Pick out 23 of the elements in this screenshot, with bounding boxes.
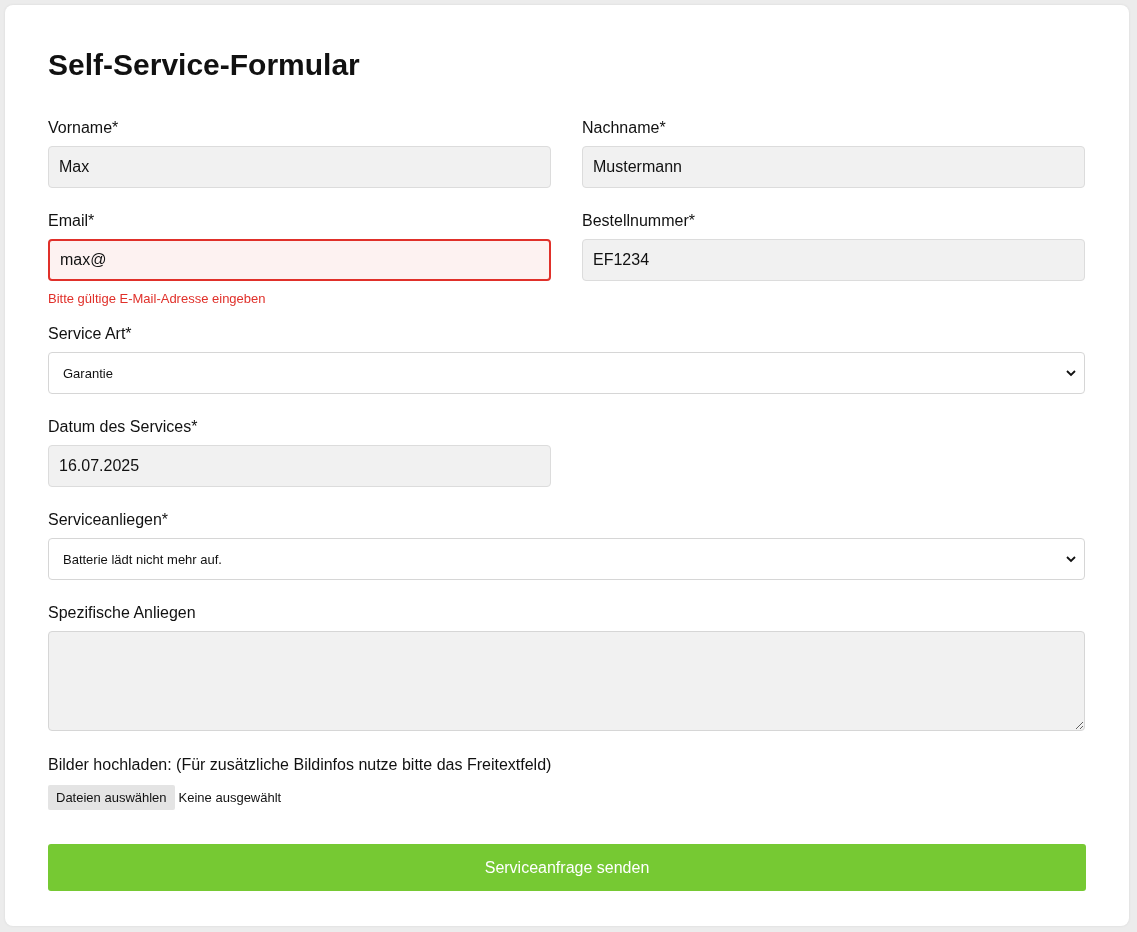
form-title: Self-Service-Formular (48, 48, 361, 82)
field-label: Datum des Services* (48, 417, 198, 437)
field-label: Serviceanliegen* (48, 510, 169, 530)
field-label: Bestellnummer* (582, 211, 695, 231)
file-status: Keine ausgewählt (178, 790, 282, 805)
input-field[interactable]: Mustermann (582, 146, 1085, 188)
input-field[interactable]: max@ (48, 239, 551, 281)
input-field[interactable]: EF1234 (582, 239, 1085, 281)
chevron-down-icon (1066, 369, 1076, 377)
field-label: Service Art* (48, 324, 132, 344)
input-field[interactable]: 16.07.2025 (48, 445, 551, 487)
input-field[interactable]: Max (48, 146, 551, 188)
field-label: Spezifische Anliegen (48, 603, 196, 623)
upload-label: Bilder hochladen: (Für zusätzliche Bildinfos nutze bitte das Freitextfeld) (48, 755, 552, 775)
field-label: Nachname* (582, 118, 666, 138)
field-label: Email* (48, 211, 95, 231)
chevron-down-icon (1066, 555, 1076, 563)
select-field[interactable]: Batterie lädt nicht mehr auf. (48, 538, 1085, 580)
select-field[interactable]: Garantie (48, 352, 1085, 394)
field-label: Vorname* (48, 118, 119, 138)
choose-files-button[interactable]: Dateien auswählen (48, 785, 175, 810)
error-message: Bitte gültige E-Mail-Adresse eingeben (48, 291, 266, 306)
textarea-field[interactable] (48, 631, 1085, 731)
